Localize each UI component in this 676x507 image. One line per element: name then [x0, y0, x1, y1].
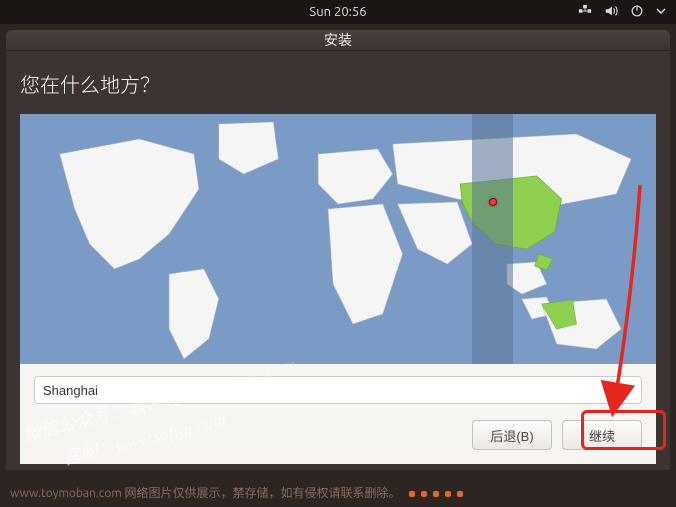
installer-window: 安装 您在什么地方？	[6, 30, 670, 470]
timezone-input[interactable]	[34, 376, 642, 404]
window-titlebar: 安装	[6, 30, 670, 51]
location-marker	[489, 198, 497, 206]
continue-button[interactable]: 继续	[562, 420, 642, 450]
timezone-bottom-pane: 后退(B) 继续	[20, 364, 656, 464]
power-icon[interactable]	[630, 4, 644, 21]
nav-button-row: 后退(B) 继续	[34, 420, 642, 450]
network-icon[interactable]	[578, 4, 592, 21]
footer-dots	[409, 491, 463, 497]
back-button[interactable]: 后退(B)	[472, 420, 552, 450]
timezone-highlight-strip	[472, 114, 513, 364]
volume-icon[interactable]	[604, 4, 618, 21]
world-map-svg	[20, 114, 656, 364]
page-heading: 您在什么地方？	[20, 69, 656, 98]
clock-text: Sun 20:56	[309, 5, 366, 19]
system-menubar: Sun 20:56	[0, 0, 676, 24]
chevron-down-icon[interactable]	[656, 5, 666, 19]
footer-disclaimer: www.toymoban.com 网络图片仅供展示，禁存储，如有侵权请联系删除。	[10, 484, 463, 501]
timezone-map[interactable]	[20, 114, 656, 364]
window-title: 安装	[324, 30, 352, 50]
installer-content: 您在什么地方？	[6, 51, 670, 470]
